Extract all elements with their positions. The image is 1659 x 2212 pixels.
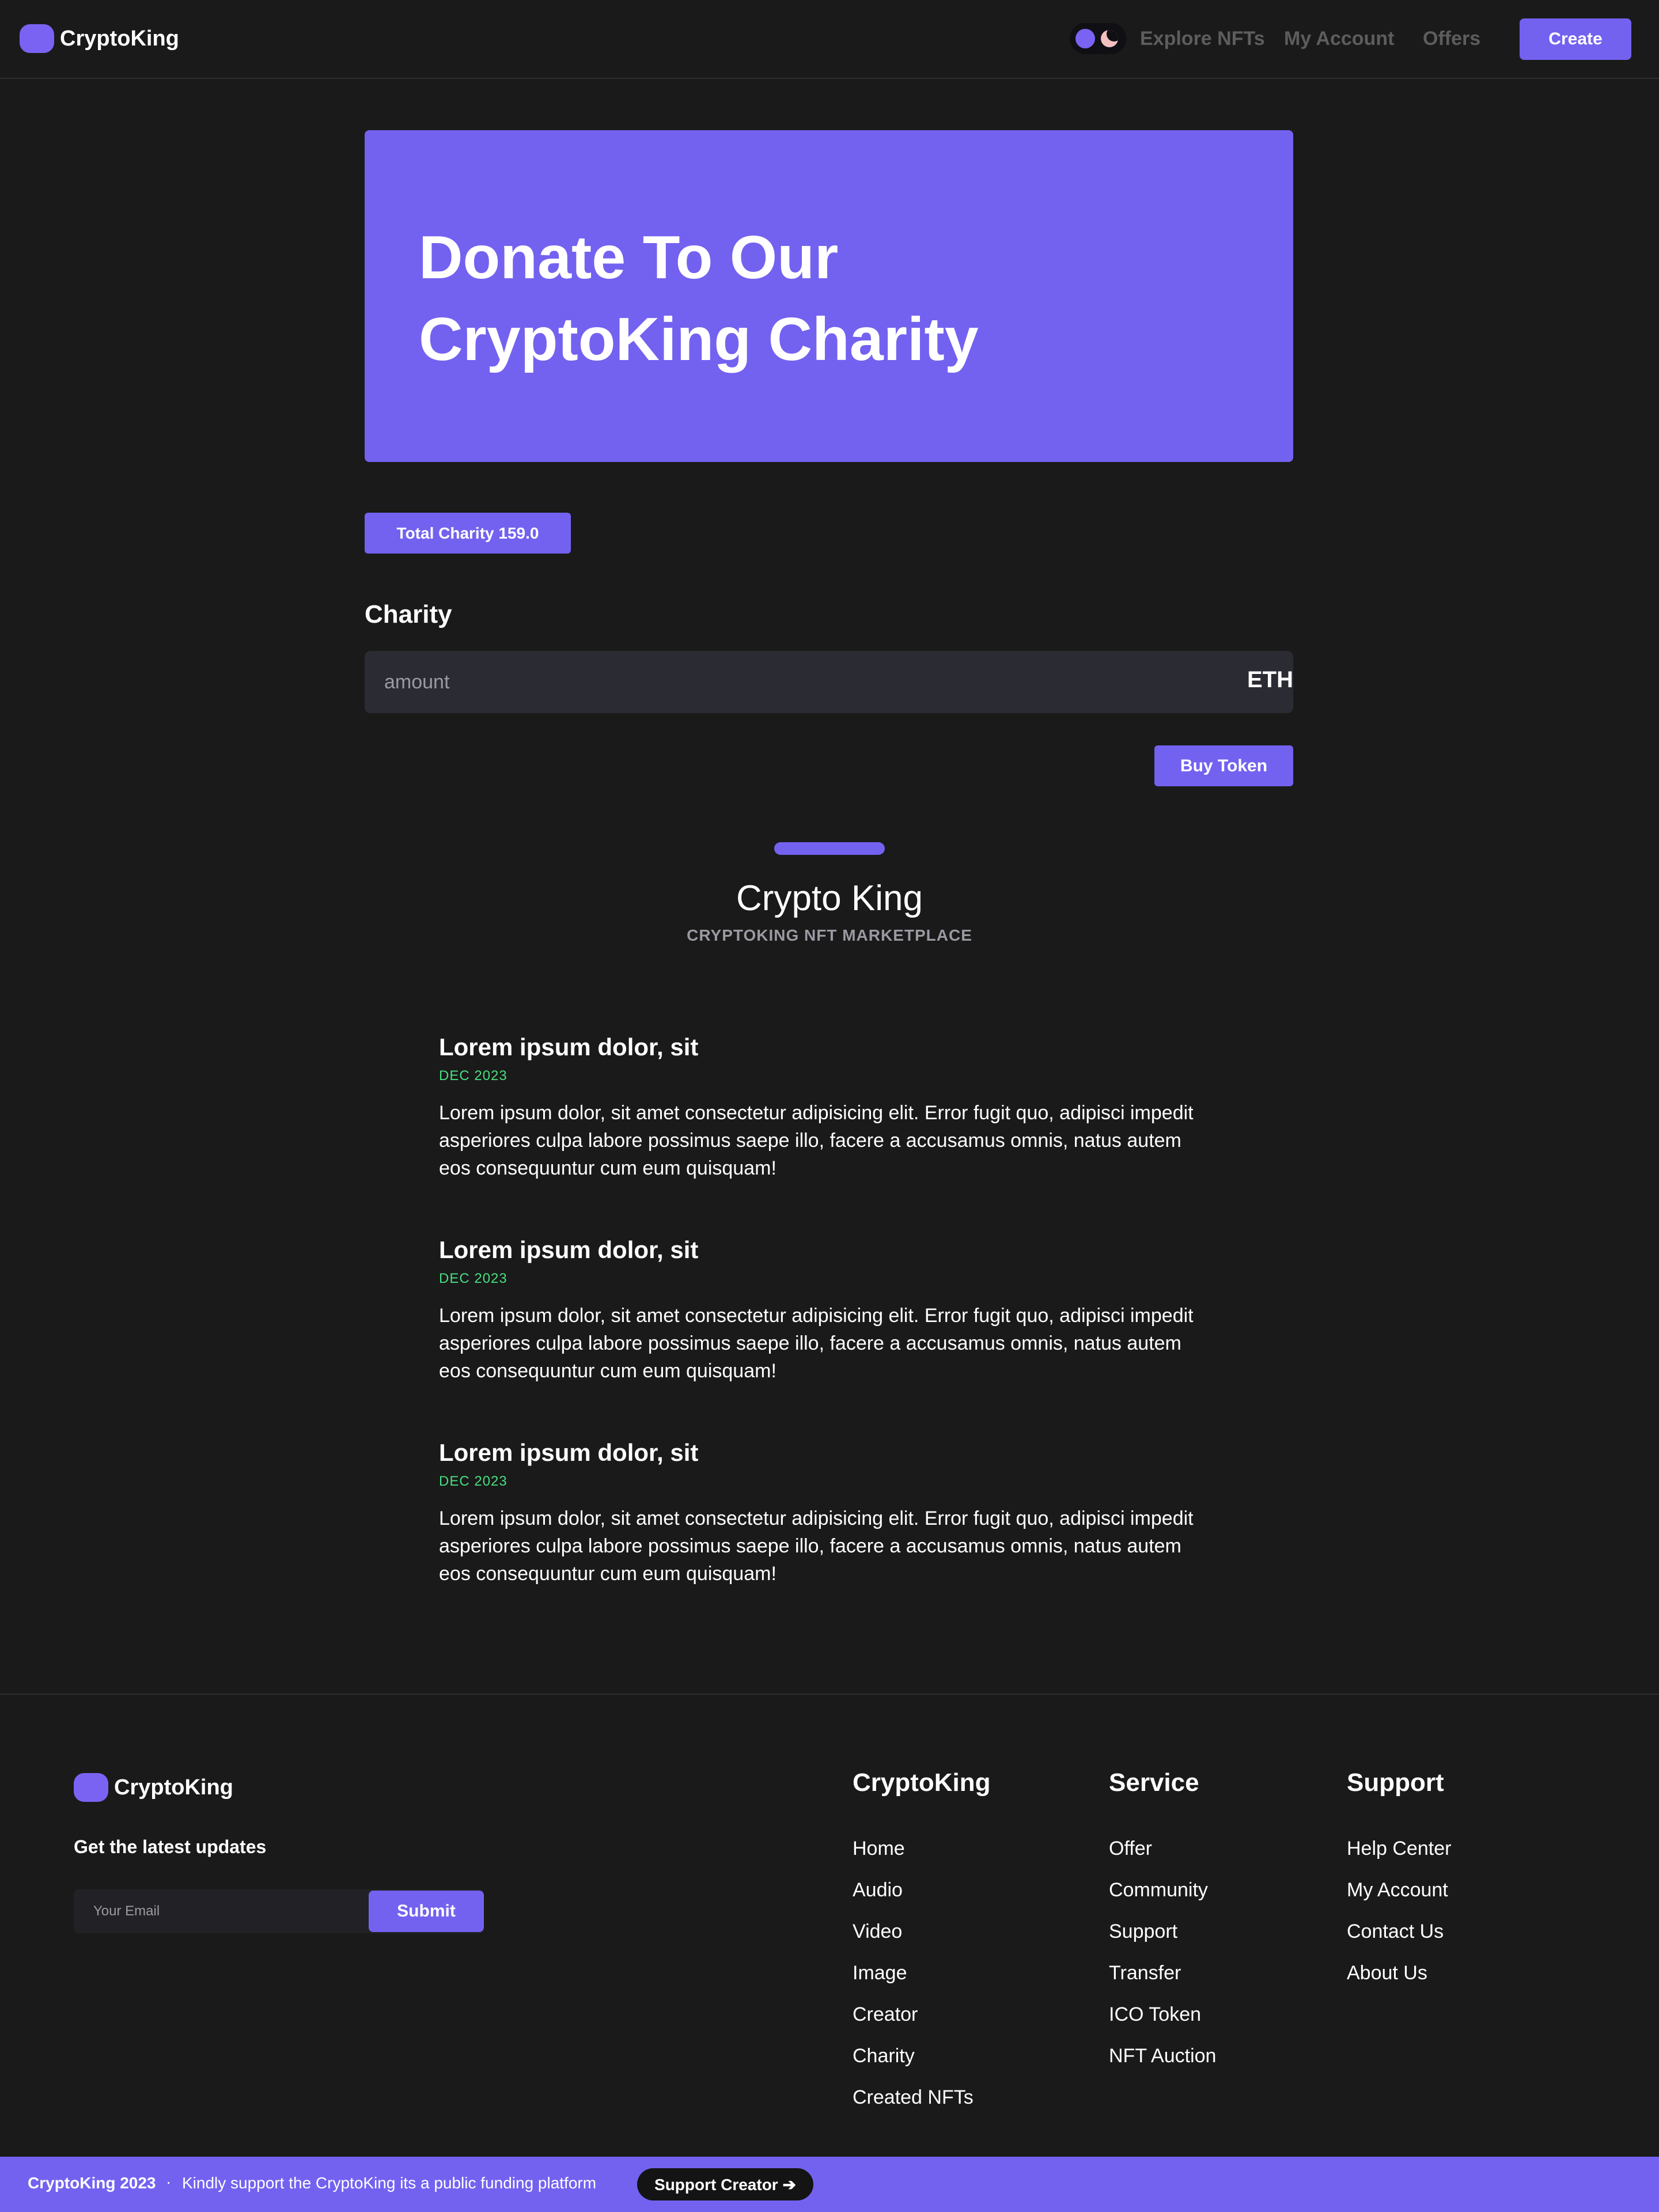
footer-link-list: Home Audio Video Image Creator Charity C… — [853, 1838, 991, 2128]
post-date: DEC 2023 — [439, 1068, 507, 1084]
bottom-banner-brand: CryptoKing 2023 — [28, 2174, 156, 2192]
footer-link-support[interactable]: Support — [1109, 1921, 1216, 1962]
footer-column-heading: Support — [1347, 1768, 1444, 1797]
section-subtitle: CRYPTOKING NFT MARKETPLACE — [687, 926, 972, 944]
create-button[interactable]: Create — [1520, 18, 1631, 60]
submit-button[interactable]: Submit — [369, 1891, 484, 1932]
nav-my-account[interactable]: My Account — [1284, 28, 1394, 50]
amount-input[interactable] — [365, 651, 1200, 713]
post-item: Lorem ipsum dolor, sit DEC 2023 Lorem ip… — [439, 1236, 1245, 1385]
theme-toggle[interactable] — [1070, 23, 1126, 54]
post-date: DEC 2023 — [439, 1474, 507, 1489]
logo-icon[interactable] — [20, 24, 54, 53]
footer-column-heading: CryptoKing — [853, 1768, 991, 1797]
footer-link-my-account[interactable]: My Account — [1347, 1879, 1451, 1921]
footer-column-service: Service Offer Community Support Transfer… — [1109, 1768, 1216, 2086]
footer-link-transfer[interactable]: Transfer — [1109, 1962, 1216, 2003]
footer-column-cryptoking: CryptoKing Home Audio Video Image Creato… — [853, 1768, 991, 2128]
footer-column-support: Support Help Center My Account Contact U… — [1347, 1768, 1451, 2003]
footer-column-heading: Service — [1109, 1768, 1199, 1797]
footer-link-image[interactable]: Image — [853, 1962, 991, 2003]
brand-name[interactable]: CryptoKing — [60, 26, 179, 51]
footer-link-nft-auction[interactable]: NFT Auction — [1109, 2045, 1216, 2086]
post-body: Lorem ipsum dolor, sit amet consectetur … — [439, 1305, 1194, 1382]
footer-link-home[interactable]: Home — [853, 1838, 991, 1879]
footer-logo-icon[interactable] — [74, 1773, 108, 1802]
nav-explore-nfts[interactable]: Explore NFTs — [1140, 28, 1265, 50]
hero-banner: Donate To Our CryptoKing Charity — [365, 130, 1293, 462]
footer-link-audio[interactable]: Audio — [853, 1879, 991, 1921]
footer-link-about-us[interactable]: About Us — [1347, 1962, 1451, 2003]
post-item: Lorem ipsum dolor, sit DEC 2023 Lorem ip… — [439, 1439, 1245, 1588]
amount-field: ETH — [365, 651, 1293, 713]
post-body: Lorem ipsum dolor, sit amet consectetur … — [439, 1102, 1194, 1179]
post-date: DEC 2023 — [439, 1271, 507, 1286]
charity-label: Charity — [365, 600, 452, 628]
section-title: Crypto King — [736, 878, 923, 918]
footer-link-charity[interactable]: Charity — [853, 2045, 991, 2086]
footer-tagline: Get the latest updates — [74, 1836, 267, 1857]
footer-link-list: Offer Community Support Transfer ICO Tok… — [1109, 1838, 1216, 2086]
footer-link-creator[interactable]: Creator — [853, 2003, 991, 2045]
site-header: CryptoKing Explore NFTs My Account Offer… — [0, 0, 1659, 79]
hero-title-line1: Donate To Our — [419, 224, 839, 291]
nav-offers[interactable]: Offers — [1423, 28, 1480, 50]
footer-divider — [0, 1694, 1659, 1695]
bottom-banner-separator: · — [166, 2173, 172, 2191]
post-item: Lorem ipsum dolor, sit DEC 2023 Lorem ip… — [439, 1033, 1245, 1182]
currency-label: ETH — [1247, 667, 1293, 692]
hero-title-line2: CryptoKing Charity — [419, 305, 979, 373]
support-creator-button[interactable]: Support Creator ➔ — [637, 2168, 813, 2200]
post-title: Lorem ipsum dolor, sit — [439, 1236, 699, 1263]
footer-link-community[interactable]: Community — [1109, 1879, 1216, 1921]
post-body: Lorem ipsum dolor, sit amet consectetur … — [439, 1508, 1194, 1585]
footer-link-help-center[interactable]: Help Center — [1347, 1838, 1451, 1879]
footer-brand-name[interactable]: CryptoKing — [114, 1775, 233, 1800]
footer-link-created-nfts[interactable]: Created NFTs — [853, 2086, 991, 2128]
buy-token-button[interactable]: Buy Token — [1154, 745, 1293, 786]
footer-link-ico-token[interactable]: ICO Token — [1109, 2003, 1216, 2045]
hero-title: Donate To Our CryptoKing Charity — [419, 217, 1225, 380]
footer-link-list: Help Center My Account Contact Us About … — [1347, 1838, 1451, 2003]
footer-link-offer[interactable]: Offer — [1109, 1838, 1216, 1879]
email-input[interactable] — [74, 1889, 368, 1933]
footer-link-video[interactable]: Video — [853, 1921, 991, 1962]
toggle-knob-icon — [1075, 29, 1095, 48]
bottom-banner-text: Kindly support the CryptoKing its a publ… — [182, 2174, 597, 2192]
moon-icon — [1101, 30, 1118, 47]
section-accent-bar — [774, 842, 885, 855]
footer-link-contact-us[interactable]: Contact Us — [1347, 1921, 1451, 1962]
post-title: Lorem ipsum dolor, sit — [439, 1033, 699, 1060]
newsletter-form: Submit — [74, 1889, 484, 1933]
total-charity-badge[interactable]: Total Charity 159.0 — [365, 513, 571, 554]
post-title: Lorem ipsum dolor, sit — [439, 1439, 699, 1466]
bottom-banner: CryptoKing 2023 · Kindly support the Cry… — [0, 2157, 1659, 2212]
